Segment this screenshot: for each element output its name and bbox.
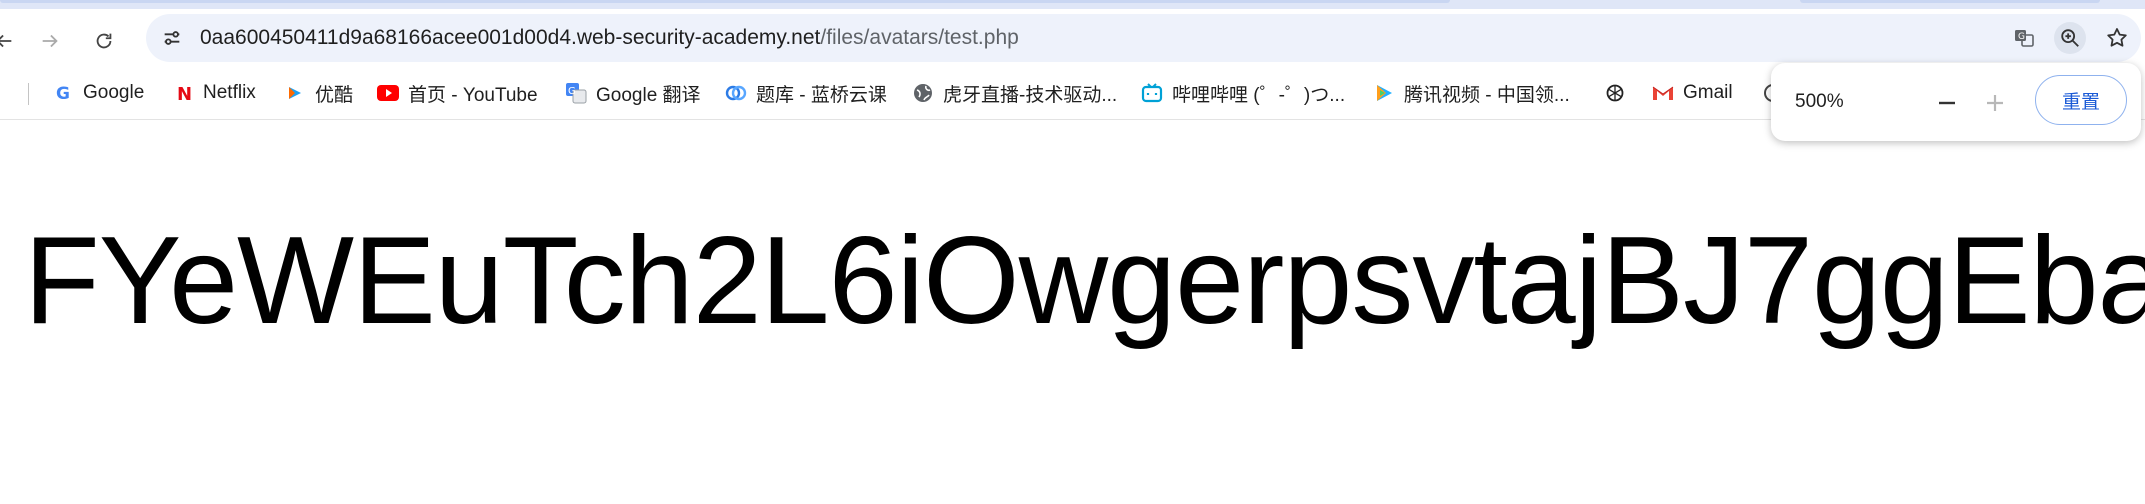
bookmark-google[interactable]: G Google — [52, 79, 144, 107]
site-info-icon[interactable] — [158, 24, 186, 52]
star-icon[interactable] — [2101, 22, 2133, 54]
tab-edge[interactable] — [1800, 0, 2100, 3]
bookmark-openai[interactable] — [1604, 79, 1635, 107]
google-icon: G — [52, 82, 74, 104]
bookmark-label: 题库 - 蓝桥云课 — [756, 84, 887, 106]
svg-text:N: N — [177, 84, 192, 103]
google-translate-icon: G — [565, 82, 587, 104]
zoom-level: 500% — [1795, 91, 1844, 112]
apps-icon[interactable] — [0, 79, 8, 107]
minus-icon — [1939, 101, 1955, 105]
bookmark-youtube[interactable]: 首页 - YouTube — [377, 79, 538, 107]
bookmarks-separator — [28, 83, 29, 105]
bookmark-label: 虎牙直播-技术驱动... — [943, 84, 1118, 106]
zoom-reset-button[interactable]: 重置 — [2035, 75, 2127, 125]
bookmark-label: 优酷 — [315, 84, 354, 106]
bookmark-label: 哔哩哔哩 (゜-゜)つ... — [1172, 84, 1346, 106]
svg-text:G: G — [2018, 32, 2025, 42]
url-host: 0aa600450411d9a68166acee001d00d4.web-sec… — [200, 26, 821, 49]
url-path: /files/avatars/test.php — [820, 26, 1019, 49]
bilibili-icon — [1141, 82, 1163, 104]
back-button[interactable] — [0, 23, 22, 59]
tencent-video-icon — [1373, 82, 1395, 104]
browser-toolbar: 0aa600450411d9a68166acee001d00d4.web-sec… — [0, 9, 2145, 67]
translate-icon[interactable]: G — [2008, 22, 2040, 54]
url-text[interactable]: 0aa600450411d9a68166acee001d00d4.web-sec… — [200, 25, 1019, 51]
bookmark-label: Google — [83, 82, 145, 103]
bookmark-label: Netflix — [203, 82, 256, 103]
zoom-icon[interactable] — [2054, 22, 2086, 54]
forward-button[interactable] — [32, 23, 68, 59]
bookmark-netflix[interactable]: N Netflix — [172, 79, 256, 107]
gmail-icon — [1652, 82, 1674, 104]
page-body-text: FYeWEuTch2L6iOwgerpsvtajBJ7ggEba — [24, 212, 2145, 350]
youku-icon — [284, 82, 306, 104]
tab-edge[interactable] — [0, 0, 1450, 3]
netflix-icon: N — [172, 82, 194, 104]
youtube-icon — [377, 82, 399, 104]
bookmark-label: 腾讯视频 - 中国领... — [1404, 84, 1570, 106]
bookmark-lanqiao[interactable]: 题库 - 蓝桥云课 — [725, 79, 887, 107]
zoom-out-button[interactable] — [1929, 85, 1965, 121]
bookmark-google-translate[interactable]: G Google 翻译 — [565, 79, 701, 107]
bookmark-youku[interactable]: 优酷 — [284, 79, 353, 107]
lanqiao-icon — [725, 82, 747, 104]
bookmark-bilibili[interactable]: 哔哩哔哩 (゜-゜)つ... — [1141, 79, 1345, 107]
tab-strip — [0, 0, 2145, 9]
svg-text:G: G — [56, 84, 70, 103]
openai-icon — [1604, 82, 1626, 104]
plus-icon — [1987, 95, 2003, 111]
bookmark-gmail[interactable]: Gmail — [1652, 79, 1733, 107]
bookmark-tencent-video[interactable]: 腾讯视频 - 中国领... — [1373, 79, 1570, 107]
reload-button[interactable] — [86, 23, 122, 59]
bookmark-label: 首页 - YouTube — [408, 84, 538, 106]
back-arrow-icon — [0, 34, 12, 48]
bookmark-huya[interactable]: 虎牙直播-技术驱动... — [912, 79, 1117, 107]
globe-icon — [912, 82, 934, 104]
bookmark-label: Google 翻译 — [596, 84, 701, 106]
zoom-in-button[interactable] — [1977, 85, 2013, 121]
svg-text:G: G — [568, 86, 576, 97]
bookmark-label: Gmail — [1683, 82, 1733, 103]
zoom-popup: 500% 重置 — [1771, 63, 2141, 141]
forward-arrow-icon — [42, 34, 58, 48]
address-bar[interactable]: 0aa600450411d9a68166acee001d00d4.web-sec… — [146, 14, 2141, 62]
reload-icon — [96, 33, 112, 49]
